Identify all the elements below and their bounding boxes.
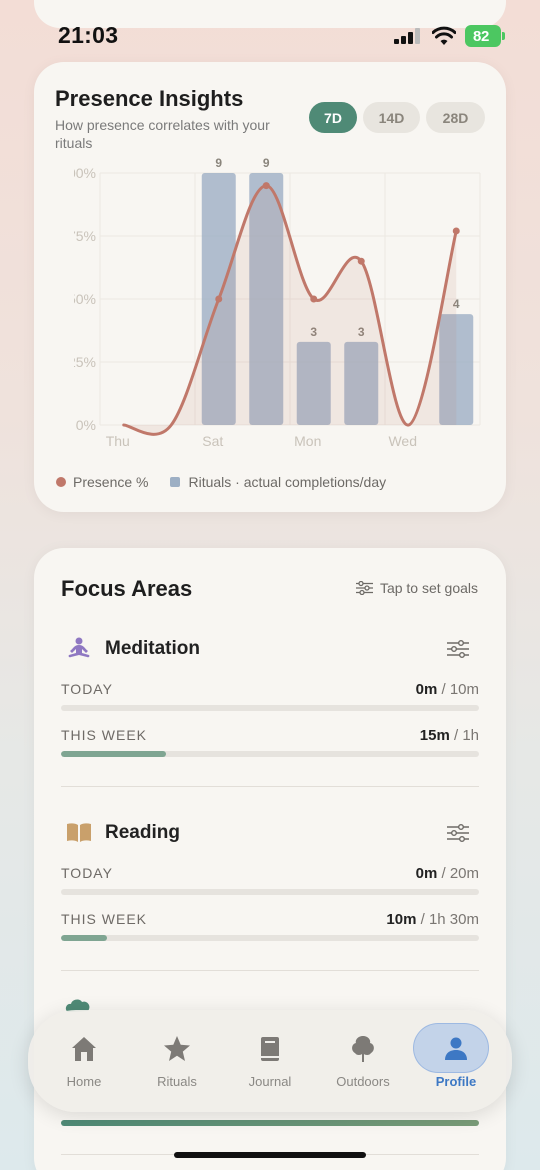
battery-level: 82	[472, 27, 490, 45]
insights-subtitle: How presence correlates with your ritual…	[55, 117, 270, 151]
home-indicator	[174, 1152, 366, 1158]
set-goals-button[interactable]: Tap to set goals	[355, 580, 478, 596]
legend-rituals-label: Rituals · actual completions/day	[188, 474, 387, 490]
today-done: 0m	[415, 681, 438, 698]
area-settings-icon[interactable]	[447, 640, 469, 658]
x-tick-label: Thu	[106, 433, 130, 449]
range-14d-button[interactable]: 14D	[363, 102, 420, 133]
today-value: 0m / 20m	[416, 865, 479, 882]
bar-value-label: 9	[263, 158, 270, 170]
tab-rituals[interactable]: Rituals	[131, 1010, 223, 1112]
bar-value-label: 9	[215, 158, 222, 170]
presence-point	[215, 295, 223, 303]
week-value: 10m / 1h 30m	[386, 911, 479, 928]
journal-icon	[261, 1037, 279, 1061]
today-value: 0m / 10m	[416, 681, 479, 698]
week-progress-bar	[61, 751, 479, 757]
week-progress-bar	[61, 935, 479, 941]
focus-area-reading[interactable]: Reading TODAY 0m / 20m THIS WEEK 10m / 1…	[61, 822, 479, 962]
week-done: 10m	[386, 911, 417, 928]
tab-outdoors-label: Outdoors	[336, 1074, 390, 1089]
divider	[61, 970, 479, 971]
tree-icon	[352, 1036, 374, 1062]
x-tick-label: Sat	[202, 433, 223, 449]
week-label: THIS WEEK	[61, 727, 148, 743]
legend-presence-swatch	[56, 477, 66, 487]
legend-presence-label: Presence %	[73, 474, 149, 490]
wifi-icon	[432, 26, 456, 45]
tab-bar: Home Rituals Journal Outdoors Profile	[28, 1010, 512, 1112]
today-done: 0m	[415, 865, 438, 882]
status-time: 21:03	[58, 22, 119, 48]
tab-journal[interactable]: Journal	[224, 1010, 316, 1112]
presence-chart: 100%75%50%25%0%99334ThuSatMonWed	[74, 158, 481, 449]
today-goal: / 20m	[437, 865, 479, 882]
tab-rituals-label: Rituals	[157, 1074, 197, 1089]
tab-profile[interactable]: Profile	[410, 1010, 502, 1112]
partial-progress-bar	[61, 1120, 479, 1126]
cellular-signal-icon	[394, 28, 420, 44]
book-icon	[67, 823, 91, 842]
y-tick-label: 100%	[74, 165, 96, 181]
presence-insights-card: Presence Insights How presence correlate…	[34, 62, 506, 512]
range-7d-button[interactable]: 7D	[309, 102, 357, 133]
divider	[61, 786, 479, 787]
presence-point	[357, 257, 365, 265]
y-tick-label: 75%	[74, 228, 96, 244]
tab-home-label: Home	[66, 1074, 102, 1089]
today-progress-bar	[61, 889, 479, 895]
week-goal: / 1h	[449, 727, 479, 744]
y-tick-label: 25%	[74, 354, 96, 370]
tab-home[interactable]: Home	[38, 1010, 130, 1112]
tab-profile-label: Profile	[435, 1074, 477, 1089]
legend-rituals-swatch	[170, 477, 181, 487]
presence-point	[452, 227, 460, 235]
x-tick-label: Wed	[388, 433, 417, 449]
today-label: TODAY	[61, 865, 113, 881]
area-title-meditation: Meditation	[105, 638, 200, 659]
insights-title: Presence Insights	[55, 86, 244, 111]
range-28d-button[interactable]: 28D	[426, 102, 485, 133]
battery-indicator: 82	[465, 25, 505, 47]
tab-journal-label: Journal	[248, 1074, 292, 1089]
week-goal: / 1h 30m	[416, 911, 479, 928]
today-progress-bar	[61, 705, 479, 711]
tab-outdoors[interactable]: Outdoors	[317, 1010, 409, 1112]
star-icon	[164, 1036, 190, 1061]
area-title-reading: Reading	[105, 822, 180, 843]
presence-point	[262, 182, 270, 190]
today-label: TODAY	[61, 681, 113, 697]
week-progress-fill	[61, 935, 107, 941]
focus-area-meditation[interactable]: Meditation TODAY 0m / 10m THIS WEEK 15m …	[61, 637, 479, 778]
area-settings-icon[interactable]	[447, 824, 469, 842]
chart-legend: Presence % Rituals · actual completions/…	[56, 474, 386, 490]
y-tick-label: 50%	[74, 291, 96, 307]
week-value: 15m / 1h	[420, 727, 479, 744]
today-goal: / 10m	[437, 681, 479, 698]
sliders-icon	[355, 581, 373, 595]
week-progress-fill	[61, 751, 166, 757]
week-done: 15m	[419, 727, 450, 744]
x-tick-label: Mon	[294, 433, 321, 449]
focus-title: Focus Areas	[61, 576, 193, 601]
y-tick-label: 0%	[76, 417, 96, 433]
set-goals-label: Tap to set goals	[379, 580, 478, 596]
home-icon	[72, 1037, 96, 1061]
presence-point	[310, 295, 318, 303]
week-label: THIS WEEK	[61, 911, 148, 927]
status-bar: 21:03 82	[0, 0, 540, 70]
meditation-icon	[68, 637, 90, 658]
profile-icon	[445, 1037, 467, 1060]
